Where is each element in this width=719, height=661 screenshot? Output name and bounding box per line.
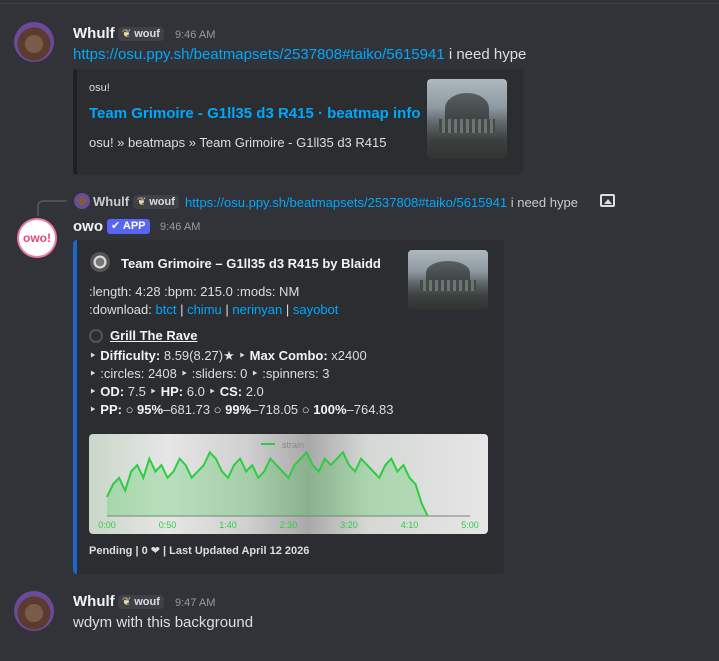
x-tick-label: 2:30 [280,520,298,530]
message-content: wdym with this background [73,614,254,631]
download-link-chimu[interactable]: chimu [187,302,222,317]
beatmap-embed: Team Grimoire – G1ll35 d3 R415 by Blaidd… [73,240,504,574]
avatar[interactable] [14,22,54,62]
embed-accent-bar [73,240,77,574]
download-link-nerinyan[interactable]: nerinyan [232,302,282,317]
beatmap-icon [90,252,110,272]
app-badge: ✔ APP [107,219,150,234]
leaf-icon: ❦ [122,28,132,40]
download-link-sayobot[interactable]: sayobot [293,302,339,317]
embed-accent-bar [73,69,77,175]
message-content: https://osu.ppy.sh/beatmapsets/2537808#t… [73,46,527,63]
taiko-icon [89,329,103,343]
difficulty-name[interactable]: Grill The Rave [110,328,197,343]
timestamp: 9:46 AM [175,29,216,41]
top-divider [0,3,719,4]
link-embed: osu! Team Grimoire - G1ll35 d3 R415 · be… [73,69,523,175]
pp-line: ‣ PP: ○ 95%–681.73 ○ 99%–718.05 ○ 100%–7… [89,402,394,417]
reply-author[interactable]: Whulf [93,194,129,209]
embed-provider: osu! [89,82,110,94]
checkmark-icon: ✔ [111,220,123,232]
difficulty-line: ‣ Difficulty: 8.59(8.27)★ ‣ Max Combo: x… [89,348,367,363]
leaf-icon: ❦ [122,596,132,608]
strain-chart[interactable]: strain 0:00 0:50 1:40 2:30 3:20 4:10 5:00 [89,434,488,534]
user-tag: ❦ wouf [118,595,164,609]
counts-line: ‣ :circles: 2408 ‣ :sliders: 0 ‣ :spinne… [89,366,330,381]
leaf-icon: ❦ [137,196,147,208]
timestamp: 9:47 AM [175,597,216,609]
reply-user-tag: ❦ wouf [133,195,179,209]
legend-label: strain [282,440,304,450]
embed-thumbnail[interactable] [427,79,507,159]
x-tick-label: 3:20 [340,520,358,530]
embed-title[interactable]: Team Grimoire – G1ll35 d3 R415 by Blaidd [121,256,381,271]
embed-footer: Pending | 0 ❤ | Last Updated April 12 20… [89,545,310,557]
avatar[interactable] [14,591,54,631]
length-line: :length: 4:28 :bpm: 215.0 :mods: NM [89,284,300,299]
download-line: :download: btct | chimu | nerinyan | say… [89,302,339,317]
user-tag: ❦ wouf [118,27,164,41]
strain-area [107,452,428,516]
reply-avatar[interactable] [74,193,90,209]
download-link-btct[interactable]: btct [156,302,177,317]
x-tick-label: 0:50 [159,520,177,530]
timestamp: 9:46 AM [160,221,201,233]
x-tick-label: 4:10 [401,520,419,530]
x-tick-label: 0:00 [98,520,116,530]
embed-title[interactable]: Team Grimoire - G1ll35 d3 R415 · beatmap… [89,105,421,122]
author-name[interactable]: owo [73,218,103,235]
od-hp-cs-line: ‣ OD: 7.5 ‣ HP: 6.0 ‣ CS: 2.0 [89,384,264,399]
x-tick-label: 5:00 [461,520,479,530]
author-name[interactable]: Whulf [73,593,115,610]
image-icon [600,194,615,207]
embed-thumbnail[interactable] [408,250,488,310]
embed-description: osu! » beatmaps » Team Grimoire - G1ll35… [89,135,387,150]
strain-chart-svg: strain 0:00 0:50 1:40 2:30 3:20 4:10 5:00 [98,440,479,530]
reply-preview[interactable]: https://osu.ppy.sh/beatmapsets/2537808#t… [185,195,578,210]
author-name[interactable]: Whulf [73,25,115,42]
bot-avatar[interactable]: owo! [17,218,57,258]
message-link[interactable]: https://osu.ppy.sh/beatmapsets/2537808#t… [73,46,445,63]
x-tick-label: 1:40 [219,520,237,530]
reply-connector [37,200,67,216]
